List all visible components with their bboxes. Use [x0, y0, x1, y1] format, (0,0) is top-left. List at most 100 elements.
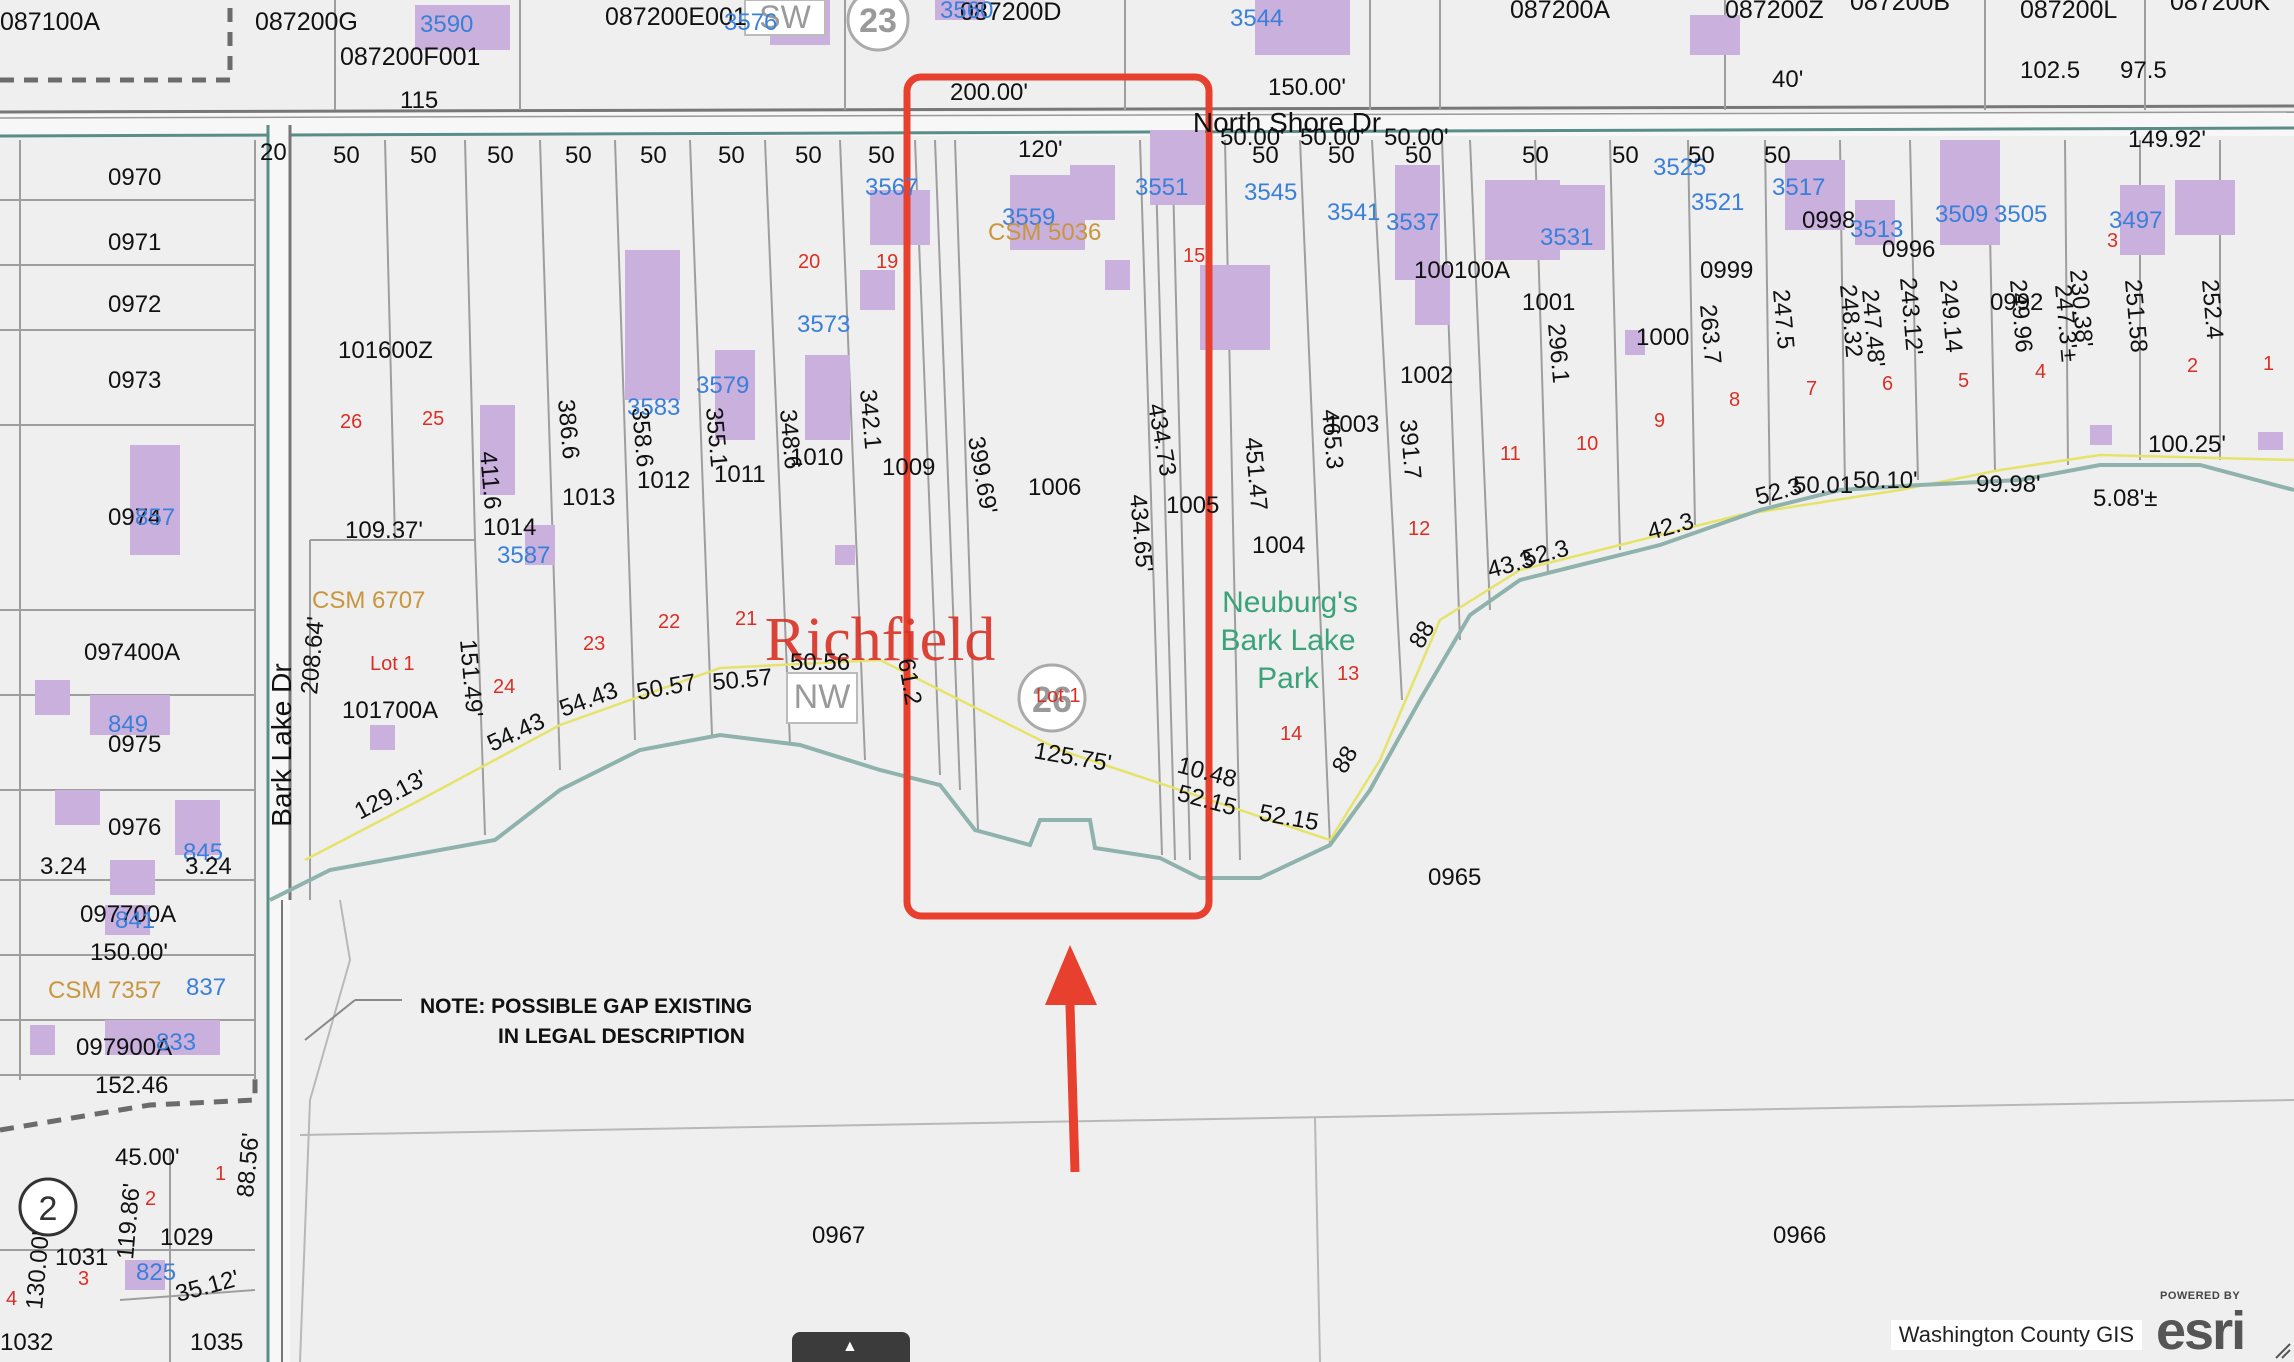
svg-text:Bark Lake: Bark Lake: [1220, 624, 1355, 657]
lot-number: 6: [1882, 373, 1893, 395]
parcel-id: 1029: [160, 1224, 213, 1251]
parcel-id: 101700A: [342, 697, 438, 724]
lot-number: 25: [422, 408, 444, 430]
address-number: 841: [115, 907, 155, 934]
dimension-label: 50: [1764, 142, 1791, 169]
address-number: 3513: [1850, 216, 1903, 243]
address-number: 837: [186, 974, 226, 1001]
dimension-label: 152.46: [95, 1072, 168, 1099]
address-number: 3545: [1244, 179, 1297, 206]
csm-label: CSM 6707: [312, 587, 425, 614]
lot-number: 4: [2035, 361, 2046, 383]
esri-logo[interactable]: POWERED BY esri: [2152, 1290, 2280, 1361]
dimension-label: 247.5: [1767, 288, 1799, 350]
parcel-id: 0976: [108, 814, 161, 841]
lot-number: 5: [1958, 370, 1969, 392]
dimension-label: 3.24: [40, 853, 87, 880]
address-number: 3567: [865, 174, 918, 201]
parcel-id: 100100A: [1414, 257, 1510, 284]
parcel-id: 1006: [1028, 474, 1081, 501]
resize-handle-icon[interactable]: [2272, 1340, 2292, 1360]
dimension-label: 50: [1612, 142, 1639, 169]
dimension-label: 50: [1328, 142, 1355, 169]
lot-number: 2: [2187, 355, 2198, 377]
dimension-label: 150.00': [90, 939, 168, 966]
address-number: 3573: [797, 311, 850, 338]
dimension-label: 88.56': [232, 1132, 265, 1199]
parcel-id: 1031: [55, 1244, 108, 1271]
parcel-id: 1009: [882, 454, 935, 481]
dimension-label: 391.7: [1394, 418, 1426, 480]
parcel-map[interactable]: 23 26 2 NW SW Richfield North Shore Dr B…: [0, 0, 2294, 1362]
lot-number: 20: [798, 251, 820, 273]
address-number: 3576: [724, 9, 777, 36]
attribution: Washington County GIS: [1890, 1320, 2142, 1350]
parcel-id: 0965: [1428, 864, 1481, 891]
parcel-id: 101600Z: [338, 337, 433, 364]
parcel-id: 087200A: [1510, 0, 1610, 24]
address-number: 3587: [497, 542, 550, 569]
lot-number: 21: [735, 608, 757, 630]
dimension-label: 50.56: [790, 649, 850, 676]
lot-number: 10: [1576, 433, 1598, 455]
parcel-id: 087200G: [255, 8, 358, 36]
parcel-id: 1001: [1522, 289, 1575, 316]
lot-number: 23: [583, 633, 605, 655]
parcel-id: 087200K: [2170, 0, 2270, 16]
dimension-label: 50: [565, 142, 592, 169]
parcel-id: 1035: [190, 1329, 243, 1356]
parcel-id: 1013: [562, 484, 615, 511]
address-number: 3537: [1386, 209, 1439, 236]
dimension-label: 296.1: [1542, 322, 1574, 384]
address-number: 825: [136, 1259, 176, 1286]
road-label-bark-lake: Bark Lake Dr: [266, 663, 297, 826]
address-number: 3509: [1935, 201, 1988, 228]
dimension-label: 50.01: [1793, 472, 1853, 499]
address-number: 3551: [1135, 174, 1188, 201]
parcel-id: 0970: [108, 164, 161, 191]
lot-number: 2: [145, 1188, 156, 1210]
parcel-id: 1032: [0, 1329, 53, 1356]
dimension-label: 50.57: [711, 664, 773, 696]
csm-label: CSM 7357: [48, 977, 161, 1004]
address-number: 849: [108, 711, 148, 738]
dimension-label: 50: [333, 142, 360, 169]
dimension-label: 115: [400, 87, 438, 114]
expand-panel-button[interactable]: ▲: [792, 1332, 910, 1362]
address-number: 3505: [1994, 201, 2047, 228]
parcel-id: 087100A: [0, 8, 100, 36]
lot-number: 13: [1337, 663, 1359, 685]
dimension-label: 109.37': [345, 517, 423, 544]
dimension-label: 200.00': [950, 79, 1028, 106]
dimension-label: 50: [1688, 142, 1715, 169]
lot-number: 11: [1500, 443, 1521, 465]
dimension-label: 386.6: [552, 398, 584, 460]
lot-number: 9: [1654, 410, 1665, 432]
lot-number: 19: [876, 251, 898, 273]
dimension-label: 50: [1405, 142, 1432, 169]
svg-text:IN LEGAL DESCRIPTION: IN LEGAL DESCRIPTION: [498, 1025, 745, 1048]
parcel-id: 0966: [1773, 1222, 1826, 1249]
dimension-label: 150.00': [1268, 74, 1346, 101]
svg-text:Neuburg's: Neuburg's: [1222, 586, 1358, 619]
lot-number: 1: [215, 1163, 226, 1185]
dimension-label: 3.24: [185, 853, 232, 880]
section-label-nw: NW: [794, 678, 851, 716]
svg-text:NOTE: POSSIBLE GAP EXISTING: NOTE: POSSIBLE GAP EXISTING: [420, 995, 752, 1018]
dimension-label: 342.1: [854, 388, 886, 450]
dimension-label: 50.10': [1853, 467, 1918, 494]
parcel-id: 087200B: [1850, 0, 1950, 16]
dimension-label: 355.1: [700, 406, 732, 468]
parcel-id: 0967: [812, 1222, 865, 1249]
lot-number: 15: [1183, 245, 1205, 267]
dimension-label: 358.6: [626, 406, 658, 468]
parcel-id: 0972: [108, 291, 161, 318]
parcel-id: 1012: [637, 467, 690, 494]
parcel-id: 1014: [483, 514, 536, 541]
dimension-label: 252.4: [2196, 278, 2228, 340]
address-number: 3544: [1230, 5, 1283, 32]
dimension-label: 5.08'±: [2093, 485, 2157, 512]
address-number: 3579: [696, 372, 749, 399]
parcel-id: 0971: [108, 229, 161, 256]
section-marker-23: 23: [859, 2, 897, 40]
